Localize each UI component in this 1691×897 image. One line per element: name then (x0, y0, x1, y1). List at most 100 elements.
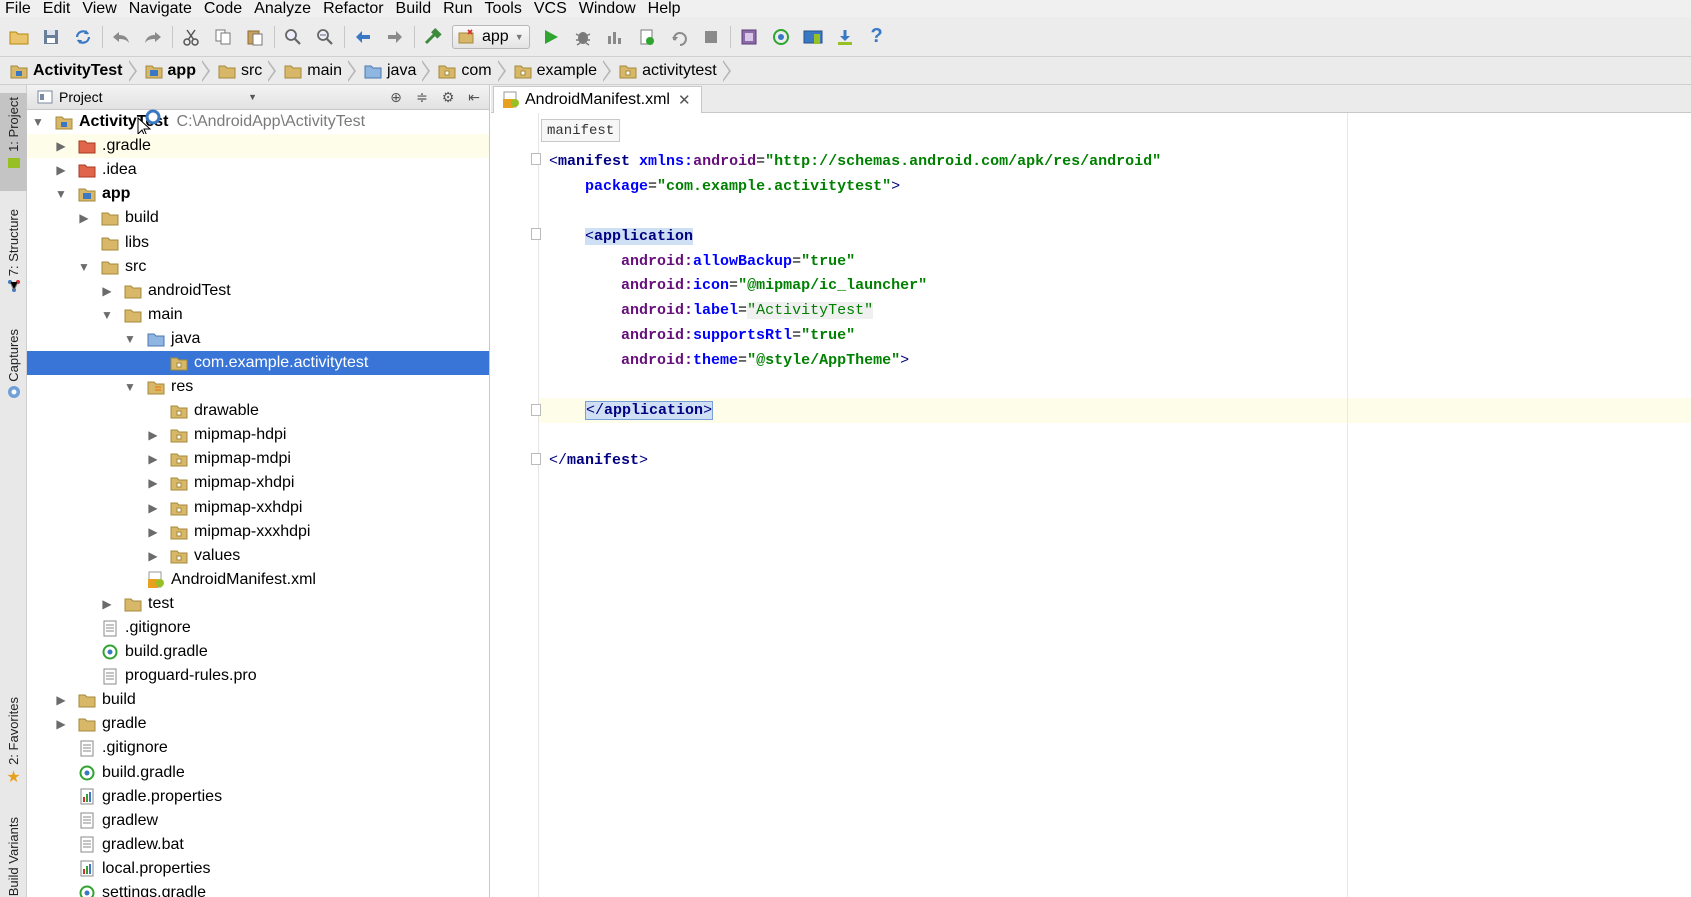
expand-arrow-icon[interactable]: ▼ (54, 187, 68, 201)
sync-icon[interactable] (70, 24, 96, 50)
expand-arrow-icon[interactable]: ▶ (146, 525, 160, 539)
cut-icon[interactable] (178, 24, 204, 50)
expand-arrow-icon[interactable]: ▶ (100, 284, 114, 298)
tree-item[interactable]: ▶ androidTest (27, 279, 489, 303)
expand-arrow-icon[interactable]: ▶ (146, 428, 160, 442)
expand-arrow-icon[interactable]: ▼ (77, 260, 91, 274)
forward-icon[interactable] (382, 24, 408, 50)
tool-window-captures[interactable]: Captures (0, 325, 27, 420)
menu-refactor[interactable]: Refactor (318, 0, 390, 17)
tree-item[interactable]: ▶ mipmap-xhdpi (27, 471, 489, 495)
tree-item[interactable]: ▼ app (27, 182, 489, 206)
tree-item[interactable]: ▶ .idea (27, 158, 489, 182)
tree-item[interactable]: .gitignore (27, 736, 489, 760)
menu-tools[interactable]: Tools (479, 0, 528, 17)
tree-item[interactable]: ▶ test (27, 592, 489, 616)
expand-arrow-icon[interactable]: ▶ (146, 549, 160, 563)
tree-item-root[interactable]: ▼ ActivityTest C:\AndroidApp\ActivityTes… (27, 109, 489, 138)
tool-window-structure[interactable]: 7: Structure (0, 205, 27, 315)
close-icon[interactable]: ✕ (678, 91, 691, 109)
tree-item[interactable]: ▶ .gradle (27, 134, 489, 159)
tree-item[interactable]: build.gradle (27, 640, 489, 664)
breadcrumb-item-java[interactable]: java (364, 57, 422, 85)
expand-arrow-icon[interactable]: ▶ (146, 476, 160, 490)
tree-item[interactable]: libs (27, 230, 489, 254)
menu-navigate[interactable]: Navigate (124, 0, 199, 17)
menu-window[interactable]: Window (574, 0, 643, 17)
hide-panel-icon[interactable]: ⇤ (463, 87, 485, 107)
tree-item[interactable]: settings.gradle (27, 881, 489, 897)
tool-window-build-variants[interactable]: Build Variants (0, 817, 27, 897)
gear-icon[interactable]: ⚙ (437, 87, 459, 107)
menu-help[interactable]: Help (643, 0, 688, 17)
breadcrumb-item-src[interactable]: src (218, 57, 268, 85)
tree-item[interactable]: drawable (27, 399, 489, 423)
expand-arrow-icon[interactable]: ▶ (54, 717, 68, 731)
replace-icon[interactable] (312, 24, 338, 50)
breadcrumb-item-com[interactable]: com (438, 57, 497, 85)
sdk-manager-icon[interactable] (832, 24, 858, 50)
menu-edit[interactable]: Edit (38, 0, 78, 17)
breadcrumb-item-activitytest[interactable]: activitytest (619, 57, 723, 85)
tree-item[interactable]: ▶ mipmap-xxhdpi (27, 496, 489, 520)
tree-item[interactable]: ▶ mipmap-hdpi (27, 423, 489, 447)
tree-item[interactable]: gradlew.bat (27, 833, 489, 857)
redo-icon[interactable] (140, 24, 166, 50)
apply-changes-icon[interactable] (666, 24, 692, 50)
debug-icon[interactable] (570, 24, 596, 50)
breadcrumb-item-main[interactable]: main (284, 57, 348, 85)
breadcrumb-item-app[interactable]: app (145, 57, 202, 85)
tree-item[interactable]: ▶ build (27, 206, 489, 230)
tree-item-selected[interactable]: com.example.activitytest (27, 350, 489, 376)
run-config-selector[interactable]: app ▼ (452, 24, 530, 49)
paste-icon[interactable] (242, 24, 268, 50)
project-structure-icon[interactable] (736, 24, 762, 50)
expand-arrow-icon[interactable]: ▼ (31, 115, 45, 129)
menu-vcs[interactable]: VCS (529, 0, 574, 17)
project-view-selector[interactable]: Project ▼ (37, 87, 267, 108)
breadcrumb-item-example[interactable]: example (514, 57, 603, 85)
scroll-from-source-icon[interactable]: ⊕ (385, 87, 407, 107)
tree-item[interactable]: ▶ build (27, 688, 489, 712)
menu-code[interactable]: Code (199, 0, 249, 17)
fold-marker-icon[interactable] (531, 153, 541, 165)
menu-build[interactable]: Build (391, 0, 439, 17)
tree-item[interactable]: proguard-rules.pro (27, 664, 489, 688)
save-icon[interactable] (38, 24, 64, 50)
tree-item[interactable]: ▼ src (27, 255, 489, 279)
tree-item[interactable]: local.properties (27, 857, 489, 881)
tool-window-favorites[interactable]: 2: Favorites ★ (0, 693, 27, 803)
expand-arrow-icon[interactable]: ▼ (100, 308, 114, 322)
fold-marker-icon[interactable] (531, 228, 541, 240)
tool-window-project[interactable]: 1: Project (0, 93, 27, 191)
collapse-all-icon[interactable]: ≑ (411, 87, 433, 107)
editor-tab-androidmanifest[interactable]: AndroidManifest.xml ✕ (493, 86, 702, 113)
stop-icon[interactable] (698, 24, 724, 50)
menu-analyze[interactable]: Analyze (249, 0, 318, 17)
tree-item[interactable]: build.gradle (27, 761, 489, 785)
run-icon[interactable] (538, 24, 564, 50)
menu-view[interactable]: View (77, 0, 123, 17)
avd-manager-icon[interactable] (800, 24, 826, 50)
expand-arrow-icon[interactable]: ▼ (123, 332, 137, 346)
expand-arrow-icon[interactable]: ▶ (146, 452, 160, 466)
menu-file[interactable]: File (0, 0, 38, 17)
tree-item[interactable]: ▼ java (27, 327, 489, 351)
code-editor[interactable]: manifest <manifest xmlns:android="http:/… (491, 113, 1691, 897)
coverage-icon[interactable] (602, 24, 628, 50)
back-icon[interactable] (350, 24, 376, 50)
copy-icon[interactable] (210, 24, 236, 50)
gradle-sync-icon[interactable] (768, 24, 794, 50)
undo-icon[interactable] (108, 24, 134, 50)
tree-item[interactable]: ▶ gradle (27, 712, 489, 736)
open-folder-icon[interactable] (6, 24, 32, 50)
make-project-icon[interactable] (420, 24, 446, 50)
expand-arrow-icon[interactable]: ▶ (100, 597, 114, 611)
expand-arrow-icon[interactable]: ▶ (146, 501, 160, 515)
fold-marker-icon[interactable] (531, 453, 541, 465)
tree-item[interactable]: ▶ mipmap-mdpi (27, 447, 489, 471)
tree-item[interactable]: gradlew (27, 809, 489, 833)
tree-item[interactable]: ▼ res (27, 375, 489, 399)
help-icon[interactable]: ? (864, 24, 890, 50)
fold-marker-icon[interactable] (531, 404, 541, 416)
